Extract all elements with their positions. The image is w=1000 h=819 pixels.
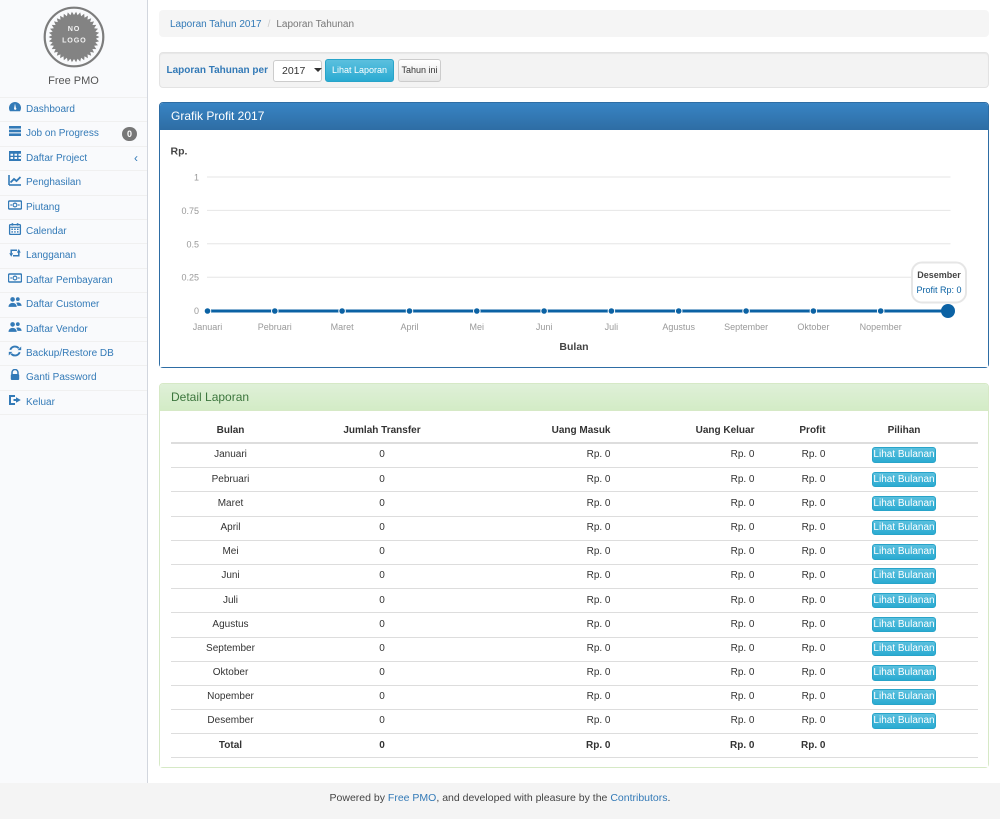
svg-text:Oktober: Oktober (797, 322, 829, 332)
svg-text:NO: NO (67, 24, 79, 33)
svg-text:LOGO: LOGO (62, 36, 86, 45)
svg-text:0.5: 0.5 (186, 239, 199, 249)
svg-text:Pebruari: Pebruari (258, 322, 292, 332)
svg-text:April: April (400, 322, 418, 332)
svg-text:Agustus: Agustus (662, 322, 695, 332)
svg-text:Juli: Juli (605, 322, 619, 332)
svg-text:0.75: 0.75 (181, 206, 199, 216)
svg-text:Desember: Desember (917, 270, 961, 280)
svg-text:Rp.: Rp. (171, 146, 188, 158)
svg-text:September: September (724, 322, 768, 332)
svg-text:Mei: Mei (470, 322, 485, 332)
svg-text:Juni: Juni (536, 322, 553, 332)
svg-text:Profit Rp: 0: Profit Rp: 0 (916, 285, 961, 295)
svg-text:0: 0 (194, 306, 199, 316)
svg-text:Nopember: Nopember (860, 322, 902, 332)
svg-text:Maret: Maret (331, 322, 355, 332)
svg-text:Bulan: Bulan (559, 341, 588, 353)
svg-text:1: 1 (194, 173, 199, 183)
svg-text:0.25: 0.25 (181, 273, 199, 283)
svg-text:Januari: Januari (193, 322, 223, 332)
